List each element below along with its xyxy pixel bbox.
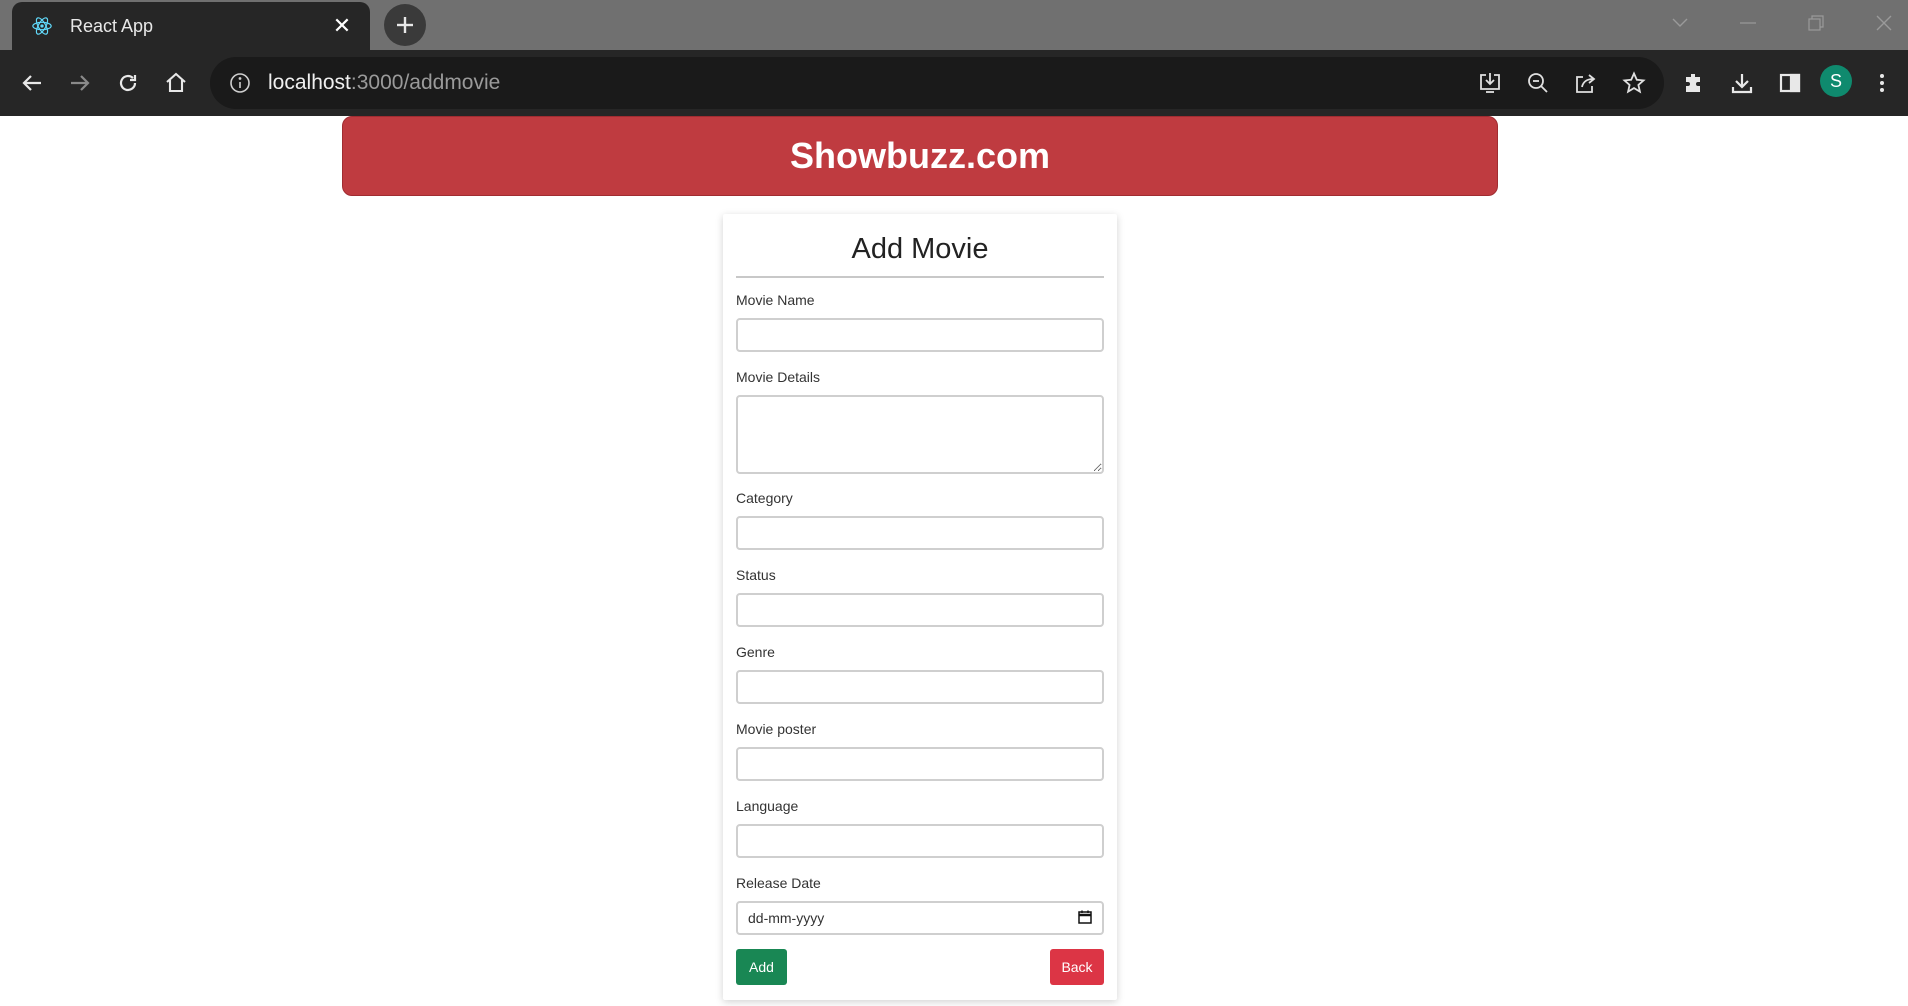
page-content: Showbuzz.com Add Movie Movie Name Movie … (0, 116, 1908, 1006)
window-close-icon[interactable] (1864, 8, 1904, 38)
category-input[interactable] (736, 516, 1104, 550)
plus-icon (397, 17, 413, 33)
info-icon[interactable] (228, 71, 252, 95)
install-icon[interactable] (1472, 65, 1508, 101)
tab-strip: React App ✕ (0, 0, 1908, 50)
genre-label: Genre (736, 644, 775, 660)
react-logo-icon (30, 14, 54, 38)
star-icon[interactable] (1616, 65, 1652, 101)
back-arrow-icon (22, 75, 41, 91)
forward-arrow-icon (71, 75, 90, 91)
home-icon (166, 72, 186, 93)
share-icon[interactable] (1568, 65, 1604, 101)
add-movie-form: Add Movie Movie Name Movie Details Categ… (723, 214, 1117, 1000)
movie-poster-input[interactable] (736, 747, 1104, 781)
minimize-icon[interactable] (1728, 8, 1768, 38)
release-date-input[interactable]: dd-mm-yyyy (736, 901, 1104, 935)
url-host: localhost (268, 71, 351, 94)
reload-icon (119, 74, 137, 92)
menu-icon[interactable] (1864, 65, 1900, 101)
tab-search-icon[interactable] (1660, 8, 1700, 38)
status-label: Status (736, 567, 776, 583)
back-button[interactable] (14, 65, 50, 101)
language-label: Language (736, 798, 799, 814)
tab-react-app[interactable]: React App ✕ (12, 2, 370, 50)
add-button[interactable]: Add (736, 949, 787, 985)
new-tab-button[interactable] (384, 4, 426, 46)
close-icon[interactable]: ✕ (328, 12, 356, 40)
browser-toolbar: localhost:3000/addmovie S (0, 50, 1908, 116)
url-path: :3000/addmovie (350, 71, 501, 94)
site-title: Showbuzz.com (790, 135, 1050, 176)
download-icon[interactable] (1724, 65, 1760, 101)
address-bar[interactable]: localhost:3000/addmovie (210, 57, 1664, 109)
release-date-label: Release Date (736, 875, 821, 891)
category-label: Category (736, 490, 793, 506)
movie-details-label: Movie Details (736, 369, 821, 385)
forward-button[interactable] (62, 65, 98, 101)
movie-poster-label: Movie poster (736, 721, 817, 737)
calendar-icon[interactable] (1078, 910, 1092, 927)
restore-icon[interactable] (1796, 8, 1836, 38)
reload-button[interactable] (110, 65, 146, 101)
status-input[interactable] (736, 593, 1104, 627)
home-button[interactable] (158, 65, 194, 101)
tab-title: React App (70, 15, 154, 36)
form-title: Add Movie (736, 226, 1104, 278)
back-button-form[interactable]: Back (1050, 949, 1104, 985)
genre-input[interactable] (736, 670, 1104, 704)
language-input[interactable] (736, 824, 1104, 858)
side-panel-icon[interactable] (1772, 65, 1808, 101)
profile-avatar[interactable]: S (1820, 65, 1852, 97)
site-header: Showbuzz.com (342, 116, 1498, 196)
movie-name-label: Movie Name (736, 292, 815, 308)
release-date-placeholder: dd-mm-yyyy (748, 910, 825, 926)
movie-name-input[interactable] (736, 318, 1104, 352)
extensions-icon[interactable] (1676, 65, 1712, 101)
movie-details-textarea[interactable] (736, 395, 1104, 474)
zoom-out-icon[interactable] (1520, 65, 1556, 101)
url-text[interactable]: localhost:3000/addmovie (268, 71, 500, 95)
